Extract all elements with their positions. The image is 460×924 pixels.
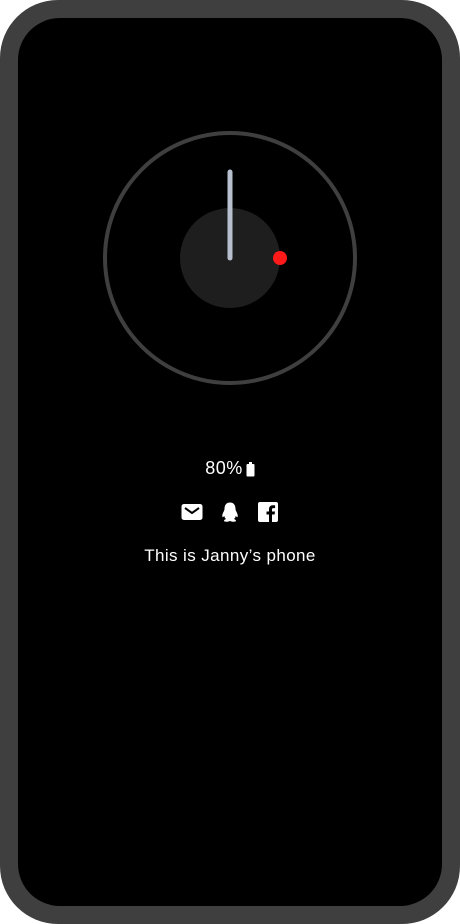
second-indicator-dot [273,251,287,265]
qq-penguin-icon[interactable] [219,501,241,523]
analog-clock [102,130,358,386]
battery-icon [246,461,255,476]
facebook-icon[interactable] [257,501,279,523]
mail-icon[interactable] [181,501,203,523]
owner-info-text: This is Janny’s phone [144,546,316,565]
battery-status: 80% [0,456,460,480]
battery-percentage: 80% [205,457,243,478]
notification-icons [0,499,460,525]
